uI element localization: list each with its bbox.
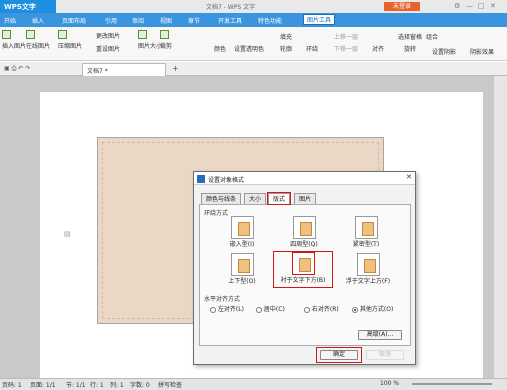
- radio-icon: [304, 306, 310, 313]
- menu-reference[interactable]: 引用: [105, 16, 117, 25]
- document-tab[interactable]: 文档7 *: [82, 63, 166, 76]
- picture-size-button[interactable]: 图片大小: [138, 30, 162, 50]
- wrap-topbottom-option[interactable]: 上下型(O): [222, 253, 262, 285]
- group-button[interactable]: 组合: [426, 32, 438, 41]
- dialog-title: 设置对象格式: [194, 172, 415, 185]
- document-tab-bar: [0, 62, 507, 76]
- menu-page-layout[interactable]: 页面布局: [62, 16, 86, 25]
- align-button[interactable]: 对齐: [372, 44, 384, 53]
- set-transparent-button[interactable]: 设置透明色: [234, 44, 264, 53]
- tab-color-lines[interactable]: 颜色与线条: [201, 193, 242, 204]
- app-menu-button[interactable]: WPS文字: [0, 0, 56, 13]
- status-row: 行: 1: [90, 382, 104, 389]
- maximize-icon[interactable]: □: [478, 2, 485, 10]
- bring-forward-button[interactable]: 上移一层: [334, 32, 358, 41]
- menu-picture-tools[interactable]: 图片工具: [303, 14, 336, 25]
- compress-picture-button[interactable]: 压缩图片: [58, 30, 82, 50]
- fill-button[interactable]: 填充: [280, 32, 292, 41]
- window-title: 文档7 - WPS 文字: [206, 4, 256, 11]
- radio-icon: [256, 306, 262, 313]
- menu-review[interactable]: 审阅: [132, 16, 144, 25]
- menu-insert[interactable]: 插入: [32, 16, 44, 25]
- settings-icon[interactable]: ⚙: [454, 2, 460, 10]
- wrap-in-front-option[interactable]: 浮于文字上方(F): [338, 253, 398, 285]
- menu-chapter[interactable]: 章节: [188, 16, 200, 25]
- status-pages: 页面: 1/1: [30, 382, 56, 389]
- change-picture-button[interactable]: 更改图片: [96, 31, 120, 40]
- resize-icon: [138, 30, 147, 39]
- set-shadow-button[interactable]: 设置阴影: [432, 47, 456, 56]
- online-picture-button[interactable]: 在线图片: [26, 30, 50, 50]
- new-tab-icon[interactable]: +: [172, 64, 179, 73]
- rotate-button[interactable]: 旋转: [404, 44, 416, 53]
- reset-picture-button[interactable]: 重设图片: [96, 44, 120, 53]
- wrap-in-front-icon: [356, 253, 380, 276]
- shadow-effect-button[interactable]: 阴影效果: [470, 47, 494, 56]
- align-left-radio[interactable]: 左对齐(L): [210, 304, 244, 313]
- align-other-radio[interactable]: 其他方式(O): [352, 304, 393, 313]
- wrap-button[interactable]: 环绕: [306, 44, 318, 53]
- zoom-slider[interactable]: [412, 383, 492, 385]
- crop-button[interactable]: 裁剪: [160, 30, 172, 50]
- advanced-button[interactable]: 高级(A)...: [358, 330, 402, 340]
- wrap-topbottom-icon: [230, 253, 254, 276]
- align-right-radio[interactable]: 右对齐(R): [304, 304, 339, 313]
- wrap-behind-text-option[interactable]: 衬于文字下方(B): [273, 251, 333, 288]
- quick-access-icons[interactable]: ▣ ⎙ ↶ ↷: [4, 65, 30, 73]
- spell-check-button[interactable]: 拼写检查: [158, 380, 182, 389]
- wrap-square-option[interactable]: 四周型(Q): [282, 216, 326, 248]
- radio-selected-icon: [352, 306, 358, 313]
- menu-special[interactable]: 特色功能: [258, 16, 282, 25]
- login-button[interactable]: 未登录: [384, 2, 420, 11]
- vertical-scrollbar[interactable]: [493, 76, 507, 378]
- crop-icon: [160, 30, 169, 39]
- wrap-inline-icon: [230, 216, 254, 239]
- selection-pane-button[interactable]: 选择窗格: [398, 32, 422, 41]
- dialog-close-icon[interactable]: ✕: [406, 173, 412, 181]
- wrap-square-icon: [292, 216, 316, 239]
- wrap-behind-text-icon: [291, 252, 315, 275]
- align-section-label: 水平对齐方式: [204, 296, 241, 303]
- status-page: 页码: 1: [2, 382, 22, 389]
- menu-developer[interactable]: 开发工具: [218, 16, 242, 25]
- menu-home[interactable]: 开始: [4, 16, 16, 25]
- compress-icon: [58, 30, 67, 39]
- menu-view[interactable]: 视图: [160, 16, 172, 25]
- insert-picture-button[interactable]: 插入图片: [2, 30, 26, 50]
- send-backward-button[interactable]: 下移一层: [334, 44, 358, 53]
- radio-icon: [210, 306, 216, 313]
- ok-button[interactable]: 确定: [320, 350, 358, 360]
- outline-button[interactable]: 轮廓: [280, 44, 292, 53]
- minimize-icon[interactable]: —: [466, 2, 473, 10]
- wrap-tight-option[interactable]: 紧密型(T): [344, 216, 388, 248]
- tab-picture[interactable]: 图片: [294, 193, 317, 204]
- status-words: 字数: 0: [130, 382, 150, 389]
- paragraph-mark-icon: ▤: [64, 230, 71, 238]
- wrap-tight-icon: [354, 216, 378, 239]
- tab-size[interactable]: 大小: [244, 193, 267, 204]
- picture-icon: [2, 30, 11, 39]
- status-col: 列: 1: [110, 382, 124, 389]
- wrap-inline-option[interactable]: 嵌入型(I): [222, 216, 262, 248]
- zoom-level: 100 %: [380, 380, 400, 387]
- online-picture-icon: [26, 30, 35, 39]
- tab-layout[interactable]: 版式: [266, 192, 292, 205]
- dialog-app-icon: [197, 175, 205, 183]
- status-section: 节: 1/1: [66, 382, 86, 389]
- cancel-button[interactable]: 取消: [366, 350, 404, 360]
- align-center-radio[interactable]: 居中(C): [256, 304, 285, 313]
- color-button[interactable]: 颜色: [214, 44, 226, 53]
- close-icon[interactable]: ✕: [490, 2, 496, 10]
